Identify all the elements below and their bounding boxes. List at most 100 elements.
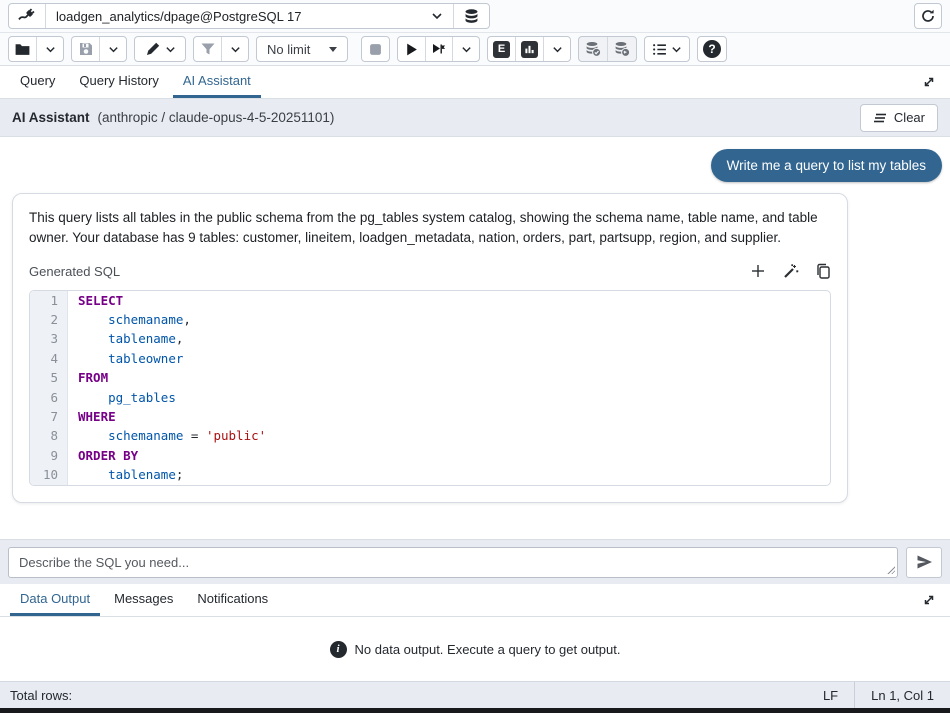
tab-ai-assistant[interactable]: AI Assistant <box>173 66 261 98</box>
help-group: ? <box>697 36 727 62</box>
explain-menu-button[interactable] <box>543 37 570 61</box>
macro-list-icon <box>652 42 667 57</box>
new-connection-database-icon[interactable] <box>454 4 489 28</box>
tab-query[interactable]: Query <box>10 66 65 98</box>
ai-model-label: (anthropic / claude-opus-4-5-20251101) <box>98 110 335 125</box>
expand-icon <box>922 593 936 607</box>
clear-chat-button[interactable]: Clear <box>860 104 938 132</box>
generated-sql-code[interactable]: 1SELECT2 schemaname,3 tablename,4 tableo… <box>29 290 831 486</box>
filter-icon <box>200 41 216 57</box>
commit-database-icon <box>584 40 602 58</box>
replace-sql-button[interactable] <box>782 263 799 280</box>
save-icon <box>78 41 94 57</box>
output-tabs: Data Output Messages Notifications <box>0 584 950 617</box>
connection-label: loadgen_analytics/dpage@PostgreSQL 17 <box>56 9 301 24</box>
reset-layout-button[interactable] <box>914 3 942 29</box>
tab-notifications[interactable]: Notifications <box>187 584 278 616</box>
rollback-button[interactable] <box>607 37 636 61</box>
generated-sql-header: Generated SQL <box>29 263 831 280</box>
play-goto-icon <box>431 41 447 57</box>
chevron-down-icon <box>552 44 563 55</box>
filter-menu-button[interactable] <box>221 37 248 61</box>
user-message-bubble: Write me a query to list my tables <box>711 149 942 182</box>
expand-output-button[interactable] <box>918 584 940 616</box>
sql-line: 6 pg_tables <box>30 388 830 407</box>
info-icon: i <box>330 641 347 658</box>
help-icon: ? <box>703 40 721 58</box>
status-right: LF Ln 1, Col 1 <box>807 682 950 708</box>
send-button[interactable] <box>906 547 942 578</box>
prompt-input[interactable] <box>8 547 898 578</box>
connection-group: loadgen_analytics/dpage@PostgreSQL 17 <box>8 3 490 29</box>
chevron-down-icon <box>165 44 176 55</box>
expand-panel-button[interactable] <box>918 66 940 98</box>
execute-menu-button[interactable] <box>452 37 479 61</box>
execute-group <box>397 36 480 62</box>
stop-group <box>361 36 390 62</box>
explain-icon: E <box>493 41 510 58</box>
sql-line: 5FROM <box>30 368 830 387</box>
transaction-group <box>578 36 637 62</box>
save-file-button[interactable] <box>72 37 99 61</box>
chevron-down-icon <box>108 44 119 55</box>
edit-menu-button[interactable] <box>135 37 185 61</box>
stop-icon <box>369 43 382 56</box>
assistant-response-card: This query lists all tables in the publi… <box>12 193 848 503</box>
copy-icon <box>815 263 831 279</box>
chevron-down-icon <box>671 44 682 55</box>
filter-group <box>193 36 249 62</box>
rollback-database-icon <box>613 40 631 58</box>
execute-button[interactable] <box>398 37 425 61</box>
macro-group <box>644 36 690 62</box>
connection-bar: loadgen_analytics/dpage@PostgreSQL 17 <box>0 0 950 33</box>
edit-group <box>134 36 186 62</box>
magic-wand-icon <box>782 263 799 280</box>
tab-query-history[interactable]: Query History <box>69 66 168 98</box>
chevron-down-icon <box>431 10 443 22</box>
sql-line: 1SELECT <box>30 291 830 310</box>
row-limit-value: No limit <box>267 42 310 57</box>
row-limit-select[interactable]: No limit <box>256 36 348 62</box>
help-button[interactable]: ? <box>698 37 726 61</box>
window-bottom-edge <box>0 708 950 713</box>
ai-assistant-header: AI Assistant (anthropic / claude-opus-4-… <box>0 99 950 137</box>
caret-down-icon <box>329 47 337 52</box>
response-text: This query lists all tables in the publi… <box>29 208 829 249</box>
commit-button[interactable] <box>579 37 607 61</box>
ai-assistant-title: AI Assistant <box>12 110 90 125</box>
save-file-group <box>71 36 127 62</box>
open-file-menu-button[interactable] <box>36 37 63 61</box>
tab-data-output[interactable]: Data Output <box>10 584 100 616</box>
execute-script-button[interactable] <box>425 37 452 61</box>
query-toolbar: No limit E <box>0 33 950 66</box>
filter-button[interactable] <box>194 37 221 61</box>
explain-button[interactable]: E <box>488 37 515 61</box>
explain-group: E <box>487 36 571 62</box>
macro-menu-button[interactable] <box>645 37 689 61</box>
insert-sql-button[interactable] <box>750 263 766 279</box>
connection-selector[interactable]: loadgen_analytics/dpage@PostgreSQL 17 <box>46 4 453 28</box>
chevron-down-icon <box>461 44 472 55</box>
play-icon <box>404 42 419 57</box>
open-file-button[interactable] <box>9 37 36 61</box>
prompt-input-wrap <box>8 547 898 578</box>
connection-plug-icon <box>9 4 45 28</box>
tab-messages[interactable]: Messages <box>104 584 183 616</box>
total-rows-label: Total rows: <box>10 688 72 703</box>
sql-line: 4 tableowner <box>30 349 830 368</box>
clear-icon <box>873 112 888 124</box>
clear-button-label: Clear <box>894 110 925 125</box>
generated-sql-label: Generated SQL <box>29 264 120 279</box>
sql-line: 8 schemaname = 'public' <box>30 426 830 445</box>
folder-icon <box>14 41 31 58</box>
save-file-menu-button[interactable] <box>99 37 126 61</box>
copy-sql-button[interactable] <box>815 263 831 279</box>
explain-analyze-button[interactable] <box>515 37 543 61</box>
pencil-icon <box>145 41 161 57</box>
send-icon <box>916 554 933 570</box>
sql-line: 9ORDER BY <box>30 446 830 465</box>
chevron-down-icon <box>45 44 56 55</box>
stop-button[interactable] <box>362 37 389 61</box>
sql-line: 10 tablename; <box>30 465 830 484</box>
sql-code-lines: 1SELECT2 schemaname,3 tablename,4 tableo… <box>30 291 830 485</box>
